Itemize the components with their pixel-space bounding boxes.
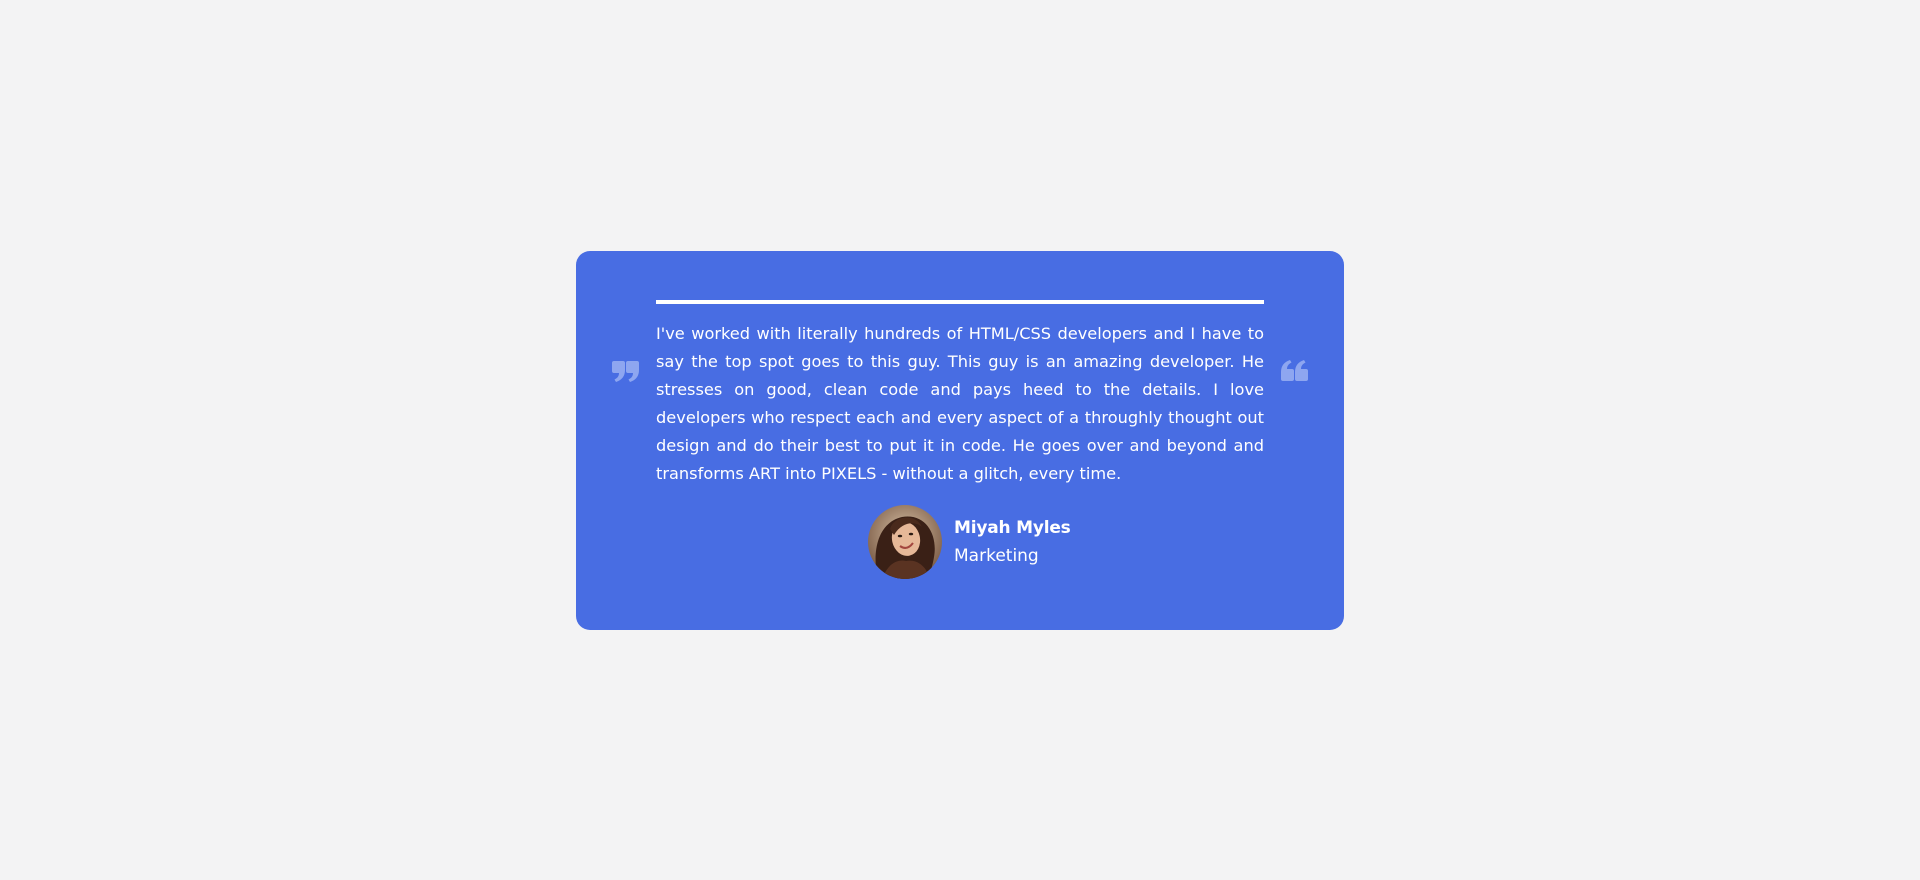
author-block: Miyah Myles Marketing [868,505,1071,579]
quote-right-icon [1280,359,1308,383]
top-divider [656,300,1264,304]
avatar [868,505,942,579]
author-role: Marketing [954,546,1039,566]
testimonial-card: I've worked with literally hundreds of H… [576,251,1344,630]
quote-left-icon [612,359,640,383]
testimonial-quote: I've worked with literally hundreds of H… [656,324,1264,483]
author-info: Miyah Myles Marketing [954,514,1071,570]
author-name: Miyah Myles [954,518,1071,538]
